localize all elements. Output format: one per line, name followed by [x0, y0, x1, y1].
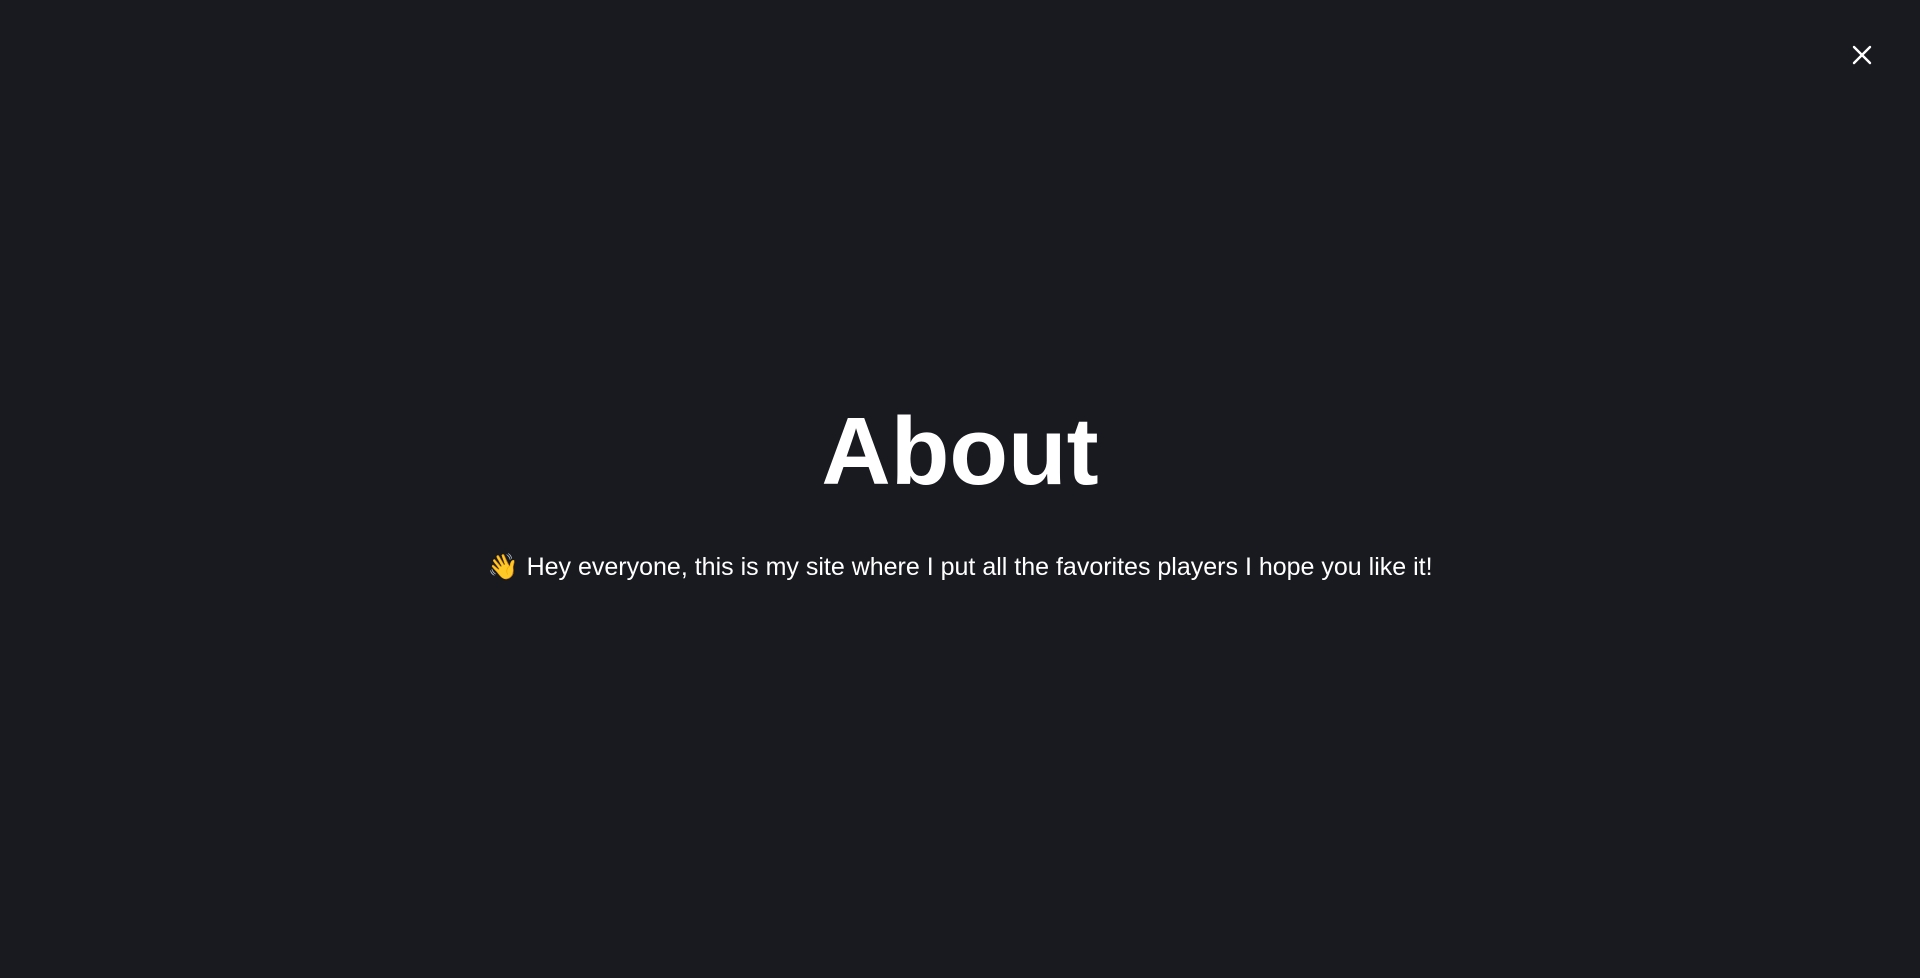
close-button[interactable] — [1851, 44, 1873, 66]
page-title: About — [821, 398, 1099, 505]
waving-hand-icon: 👋 — [487, 553, 519, 581]
about-content: About 👋 Hey everyone, this is my site whe… — [0, 397, 1920, 584]
close-icon — [1852, 45, 1872, 65]
about-message-text: Hey everyone, this is my site where I pu… — [526, 553, 1433, 581]
about-message: 👋 Hey everyone, this is my site where I p… — [0, 550, 1920, 584]
